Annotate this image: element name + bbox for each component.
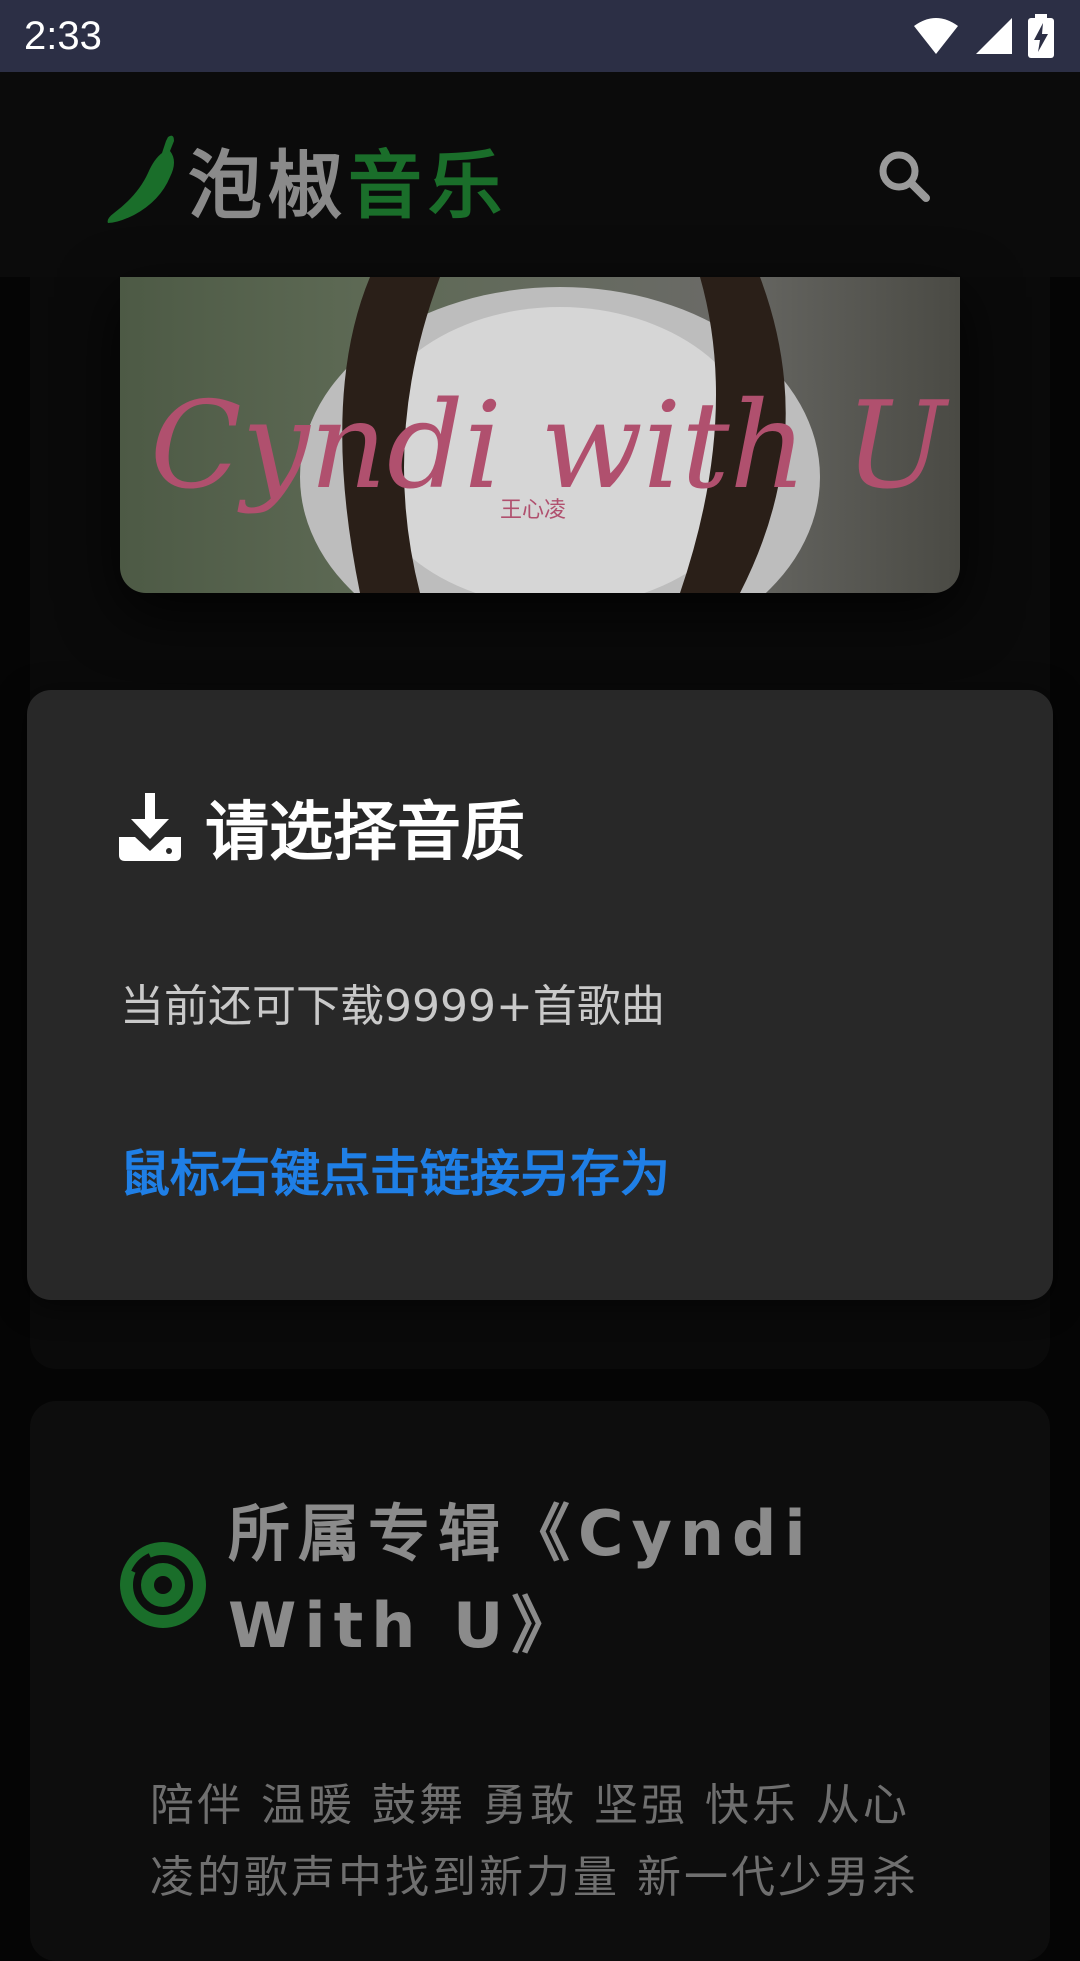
search-button[interactable] [874,146,934,206]
quality-dialog: 请选择音质 当前还可下载9999+首歌曲 鼠标右键点击链接另存为 [27,690,1053,1300]
cover-title-text: Cyndi with U [150,377,950,516]
status-bar: 2:33 [0,0,1080,72]
download-icon [119,793,181,861]
remaining-downloads-text: 当前还可下载9999+首歌曲 [120,981,665,1032]
dialog-title-row: 请选择音质 [117,786,525,870]
album-description-line: 凌的歌声中找到新力量 新一代少男杀 [150,1852,919,1903]
album-cover-art: Cyndi with U 王心凌 [120,277,960,593]
cover-artist-text: 王心凌 [500,498,566,523]
app-header: 泡椒 音乐 [0,72,1080,277]
search-icon [879,151,930,202]
wifi-icon [914,18,958,54]
chili-pepper-icon [107,135,174,223]
save-link[interactable]: 鼠标右键点击链接另存为 [120,1134,670,1206]
disc-icon [120,1542,206,1628]
album-icon-wrap [120,1542,206,1628]
brand-name-part2: 音乐 [348,142,508,229]
album-description: 陪伴 温暖 鼓舞 勇敢 坚强 快乐 从心 凌的歌声中找到新力量 新一代少男杀 [150,1770,950,1914]
app-logo[interactable]: 泡椒 音乐 [104,124,508,234]
album-title: 所属专辑《Cyndi With U》 [228,1497,814,1662]
brand-name-part1: 泡椒 [188,142,348,229]
dialog-title: 请选择音质 [205,796,525,870]
status-icons [912,12,1054,60]
battery-charging-icon [1028,14,1054,58]
status-time: 2:33 [24,14,102,58]
album-cover: Cyndi with U 王心凌 [120,277,960,593]
album-description-line: 陪伴 温暖 鼓舞 勇敢 坚强 快乐 从心 [150,1780,910,1831]
cell-signal-icon [976,18,1012,54]
